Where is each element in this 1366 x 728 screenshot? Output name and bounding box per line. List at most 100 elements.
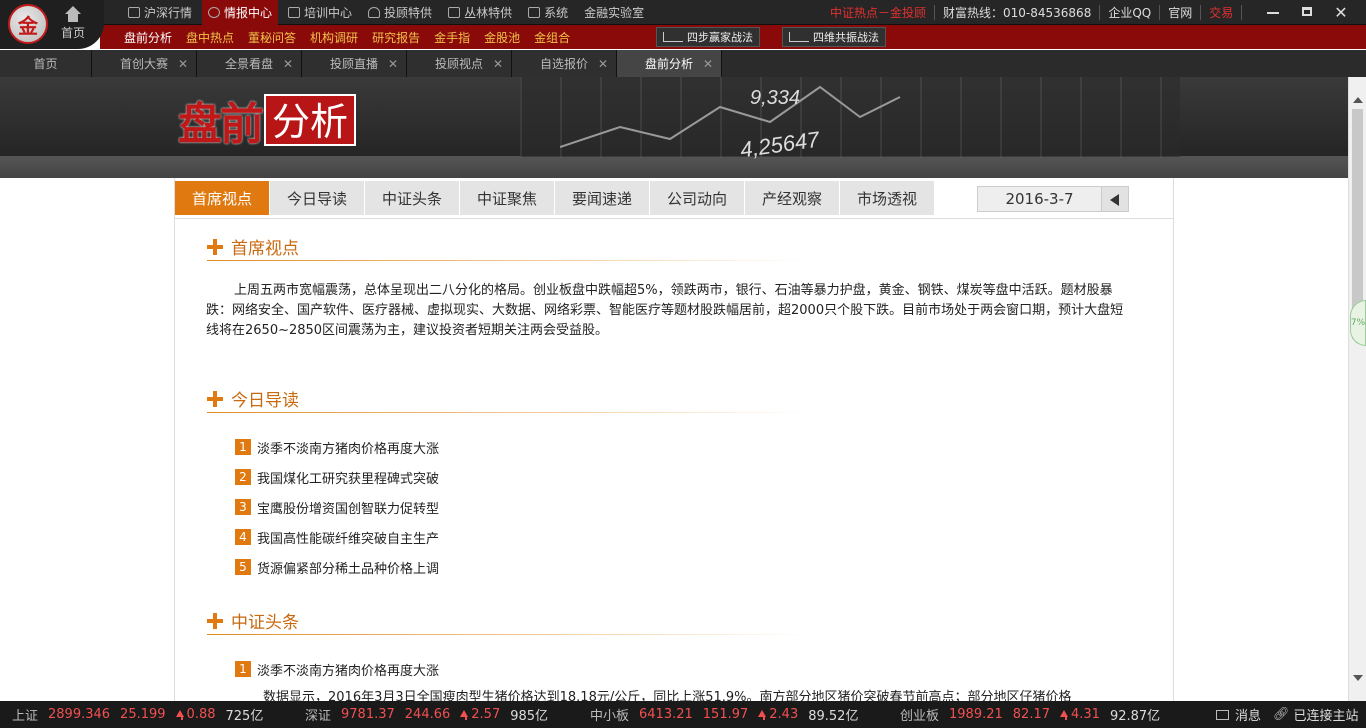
tab-label: 盘前分析 [644, 57, 693, 71]
tab-today-guide[interactable]: 今日导读 [270, 181, 364, 215]
nav-training-label: 培训中心 [304, 6, 353, 20]
official-site-link[interactable]: 官网 [1168, 4, 1192, 21]
item-number: 3 [235, 499, 251, 515]
date-prev-button[interactable] [1101, 186, 1129, 212]
index-volume: 985亿 [510, 709, 549, 724]
nav-system[interactable]: 系统 [522, 0, 574, 25]
window-controls: ✕ [1256, 0, 1358, 25]
nav-training[interactable]: 培训中心 [282, 0, 358, 25]
tab-watchlist[interactable]: 自选报价 ✕ [512, 50, 617, 77]
subnav-golden-finger[interactable]: 金手指 [434, 29, 470, 46]
divider [1241, 5, 1243, 20]
home-button[interactable]: 首页 [56, 6, 90, 41]
sub-nav: 盘前分析 盘中热点 董秘问答 机构调研 研究报告 金手指 金股池 金组合 [124, 25, 584, 49]
list-item[interactable]: 1 淡季不淡南方猪肉价格再度大涨 [235, 654, 439, 684]
close-icon[interactable]: ✕ [598, 57, 608, 71]
subnav-intraday-hot[interactable]: 盘中热点 [186, 29, 234, 46]
nav-jungle-label: 丛林特供 [464, 6, 513, 20]
nav-intel-center[interactable]: 情报中心 [202, 0, 279, 25]
index-zxb[interactable]: 中小板 6413.21 151.97 2.43 89.52亿 [590, 701, 858, 728]
scroll-down-icon[interactable] [1353, 675, 1363, 681]
strategy2-button[interactable]: 四维共振战法 [782, 27, 886, 47]
headline-text: 数据显示，2016年3月3日全国瘦肉型生猪价格达到18.18元/公斤，同比上涨5… [263, 690, 1072, 701]
nav-advisor[interactable]: 投顾特供 [362, 0, 438, 25]
subnav-research-report[interactable]: 研究报告 [372, 29, 420, 46]
tab-home[interactable]: 首页 [0, 50, 92, 77]
section-icon [207, 239, 223, 255]
subnav-institution-research[interactable]: 机构调研 [310, 29, 358, 46]
index-cyb[interactable]: 创业板 1989.21 82.17 4.31 92.87亿 [900, 701, 1160, 728]
tab-news-express[interactable]: 要闻速递 [555, 181, 649, 215]
subnav-golden-pool[interactable]: 金股池 [484, 29, 520, 46]
index-sz[interactable]: 深证 9781.37 244.66 2.57 985亿 [305, 701, 548, 728]
index-price: 2899.346 [48, 707, 111, 722]
tab-label: 自选报价 [539, 57, 588, 71]
trend-icon [789, 32, 809, 42]
list-item[interactable]: 4 我国高性能碳纤维突破自主生产 [235, 522, 439, 552]
index-change: 151.97 [702, 707, 749, 722]
main-nav: 沪深行情 情报中心 培训中心 投顾特供 丛林特供 系统 金融实验室 [122, 0, 654, 25]
up-arrow-tail [465, 715, 468, 720]
list-item[interactable]: 2 我国煤化工研究获里程碑式突破 [235, 462, 439, 492]
item-title: 货源偏紧部分稀土品种价格上调 [257, 561, 440, 577]
tab-contest[interactable]: 首创大赛 ✕ [92, 50, 197, 77]
nav-quotes[interactable]: 沪深行情 [122, 0, 198, 25]
index-price: 6413.21 [639, 707, 693, 722]
tab-panorama[interactable]: 全景看盘 ✕ [197, 50, 302, 77]
index-price: 1989.21 [949, 707, 1003, 722]
strategy1-button[interactable]: 四步赢家战法 [656, 27, 760, 47]
page-banner: 9,334 4,25647 盘前 分析 [0, 77, 1348, 178]
content-tabs: 首席视点 今日导读 中证头条 中证聚焦 要闻速递 公司动向 产经观察 市场透视 [175, 181, 935, 215]
tab-advisor-live[interactable]: 投顾直播 ✕ [302, 50, 407, 77]
list-item[interactable]: 1 淡季不淡南方猪肉价格再度大涨 [235, 432, 439, 462]
close-icon[interactable]: ✕ [178, 57, 188, 71]
side-float-widget[interactable]: 7% [1350, 300, 1366, 346]
index-name: 上证 [12, 709, 39, 724]
index-sh[interactable]: 上证 2899.346 25.199 0.88 725亿 [12, 701, 263, 728]
list-item[interactable]: 5 货源偏紧部分稀土品种价格上调 [235, 552, 439, 582]
close-icon[interactable]: ✕ [388, 57, 398, 71]
close-icon[interactable]: ✕ [703, 57, 713, 71]
index-change: 82.17 [1012, 707, 1050, 722]
tab-label: 首创大赛 [119, 57, 168, 71]
divider [1200, 5, 1202, 20]
tab-chief-view[interactable]: 首席视点 [175, 181, 269, 215]
nav-lab[interactable]: 金融实验室 [578, 0, 650, 25]
guide-list: 1 淡季不淡南方猪肉价格再度大涨 2 我国煤化工研究获里程碑式突破 3 宝鹰股份增资国… [235, 432, 439, 582]
vertical-scrollbar[interactable] [1348, 77, 1366, 701]
close-icon[interactable]: ✕ [1324, 0, 1358, 25]
trade-link[interactable]: 交易 [1209, 4, 1233, 21]
scroll-up-icon[interactable] [1353, 97, 1363, 103]
index-change: 244.66 [404, 707, 451, 722]
nav-quotes-label: 沪深行情 [144, 6, 193, 20]
subnav-premarket[interactable]: 盘前分析 [124, 29, 172, 46]
tab-advisor-view[interactable]: 投顾视点 ✕ [407, 50, 512, 77]
tab-premarket[interactable]: 盘前分析 ✕ [617, 50, 722, 77]
chief-view-text: 上周五两市宽幅震荡，总体呈现出二八分化的格局。创业板盘中跌幅超5%，领跌两市，银… [206, 283, 1124, 338]
tab-bar: 首页 首创大赛 ✕ 全景看盘 ✕ 投顾直播 ✕ 投顾视点 ✕ 自选报价 ✕ 盘前分析 ✕ [0, 50, 1366, 77]
qq-link[interactable]: 企业QQ [1108, 4, 1151, 21]
tab-company-news[interactable]: 公司动向 [650, 181, 744, 215]
date-selector[interactable]: 2016-3-7 [977, 186, 1102, 212]
tab-focus[interactable]: 中证聚焦 [460, 181, 554, 215]
logo-area: 金 首页 [0, 0, 104, 49]
tab-headline[interactable]: 中证头条 [365, 181, 459, 215]
minimize-icon[interactable] [1256, 0, 1290, 25]
message-icon [1216, 709, 1229, 720]
hot-link[interactable]: 中证热点－金投顾 [830, 4, 926, 21]
tab-market-view[interactable]: 市场透视 [840, 181, 934, 215]
close-icon[interactable]: ✕ [283, 57, 293, 71]
subnav-golden-portfolio[interactable]: 金组合 [534, 29, 570, 46]
restore-icon[interactable] [1290, 0, 1324, 25]
close-icon[interactable]: ✕ [493, 57, 503, 71]
section-icon [207, 391, 223, 407]
up-arrow-tail [1065, 715, 1067, 720]
list-item[interactable]: 3 宝鹰股份增资国创智联力促转型 [235, 492, 439, 522]
home-icon [64, 6, 82, 22]
message-button[interactable]: 消息 [1216, 701, 1261, 728]
nav-jungle[interactable]: 丛林特供 [442, 0, 518, 25]
subnav-secretary-qa[interactable]: 董秘问答 [248, 29, 296, 46]
tab-label: 首页 [33, 57, 58, 71]
section-header-headline: 中证头条 [207, 605, 807, 635]
tab-industry[interactable]: 产经观察 [745, 181, 839, 215]
